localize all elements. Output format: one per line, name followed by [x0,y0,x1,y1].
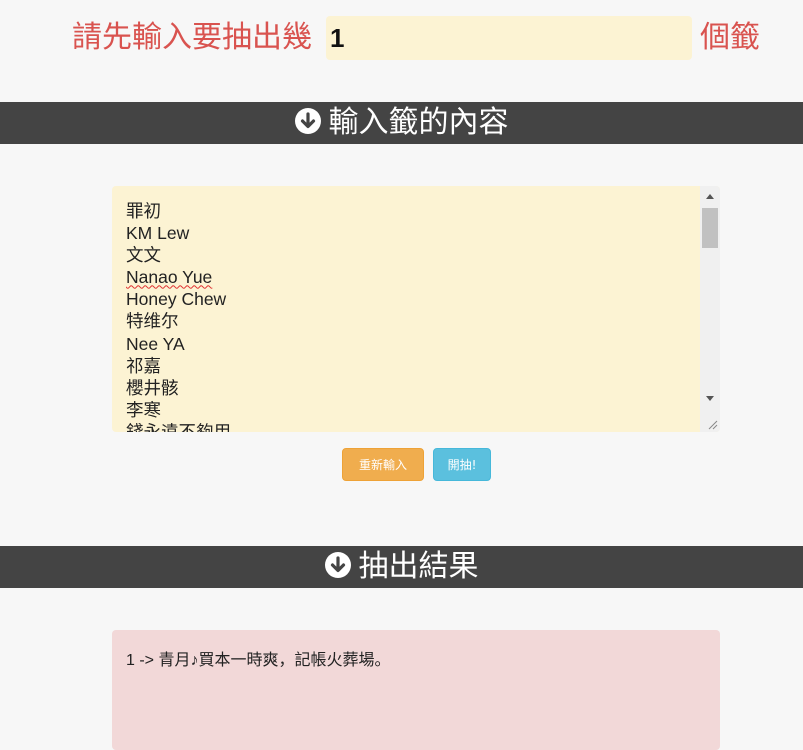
lot-line: 錢永遠不夠用 [126,421,231,432]
input-section-header: 輸入籤的內容 [0,102,803,144]
count-prompt-label: 請先輸入要抽出幾 [72,20,312,55]
count-unit-label: 個籤 [700,20,760,55]
lot-line: Honey Chew [126,289,227,310]
circle-arrow-down-icon [324,552,351,578]
lots-textarea-content: 罪初 KM Lew 文文 Nanao Yue Honey Chew 特维尔 Ne… [126,200,231,432]
scrollbar-thumb[interactable] [702,208,718,248]
count-input[interactable]: 1 [326,16,692,60]
count-row: 請先輸入要抽出幾 1 個籤 [0,14,803,62]
lot-line: 祁嘉 [126,355,161,376]
lot-line: Nee YA [126,333,185,354]
lot-line: 特维尔 [126,311,179,332]
lot-line: 文文 [126,245,161,266]
textarea-scrollbar[interactable] [700,186,720,432]
scroll-up-arrow-icon[interactable] [706,194,714,199]
lot-line: KM Lew [126,223,190,244]
result-box: 1 -> 青月♪買本一時爽，記帳火葬場。 [112,630,720,750]
lot-line: Nanao Yue [126,267,213,288]
result-section-header: 抽出結果 [0,546,803,588]
lots-textarea[interactable]: 罪初 KM Lew 文文 Nanao Yue Honey Chew 特维尔 Ne… [112,186,720,432]
lot-line: 罪初 [126,201,161,221]
input-section-title: 輸入籤的內容 [328,105,509,140]
result-section-title: 抽出結果 [358,549,479,584]
resize-grip-icon[interactable] [703,415,719,431]
lot-line: 櫻井骸 [126,377,179,398]
reset-button[interactable]: 重新輸入 [342,448,424,481]
circle-arrow-down-icon [294,108,321,134]
lot-line: 李寒 [126,399,161,420]
start-draw-button[interactable]: 開抽! [433,448,491,481]
result-line: 1 -> 青月♪買本一時爽，記帳火葬場。 [126,652,391,669]
scroll-down-arrow-icon[interactable] [706,396,714,401]
